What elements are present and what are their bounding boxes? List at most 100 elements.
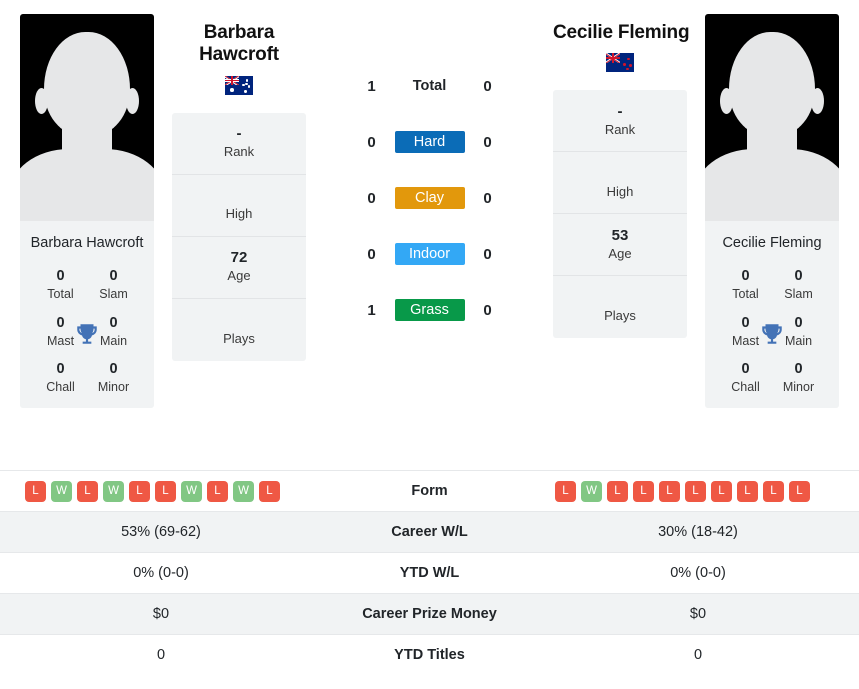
left-plays-label: Plays: [223, 330, 255, 346]
right-career-wl-value: 30% (18-42): [658, 524, 738, 540]
right-info-rank: - Rank: [553, 90, 687, 153]
form-badge-l: L: [763, 480, 784, 502]
right-ytd-titles-value: 0: [693, 647, 703, 664]
left-high-label: High: [225, 206, 253, 222]
titles-minor: 0 Minor: [772, 360, 825, 395]
titles-chall-label: Chall: [731, 380, 760, 395]
form-badge-l: L: [711, 480, 732, 502]
form-badge-l: L: [555, 480, 576, 502]
left-rank-value: -: [236, 125, 242, 143]
table-row-ytd-titles: 0 YTD Titles 0: [0, 634, 859, 676]
stats-comparison-table: LWLWLLWLWL Form LWLLLLLLLL 53% (69-62) C…: [0, 470, 859, 676]
left-player-info-panel: - Rank High 72 Age Plays: [172, 112, 306, 361]
row-label-career-wl: Career W/L: [391, 524, 468, 540]
titles-total-label: Total: [47, 287, 74, 302]
table-row-ytd-wl: 0% (0-0) YTD W/L 0% (0-0): [0, 552, 859, 594]
titles-total-value: 0: [56, 268, 65, 285]
surface-total-right-value: 0: [483, 77, 492, 95]
form-badge-l: L: [129, 480, 150, 502]
titles-slam-value: 0: [794, 268, 803, 285]
form-badge-l: L: [155, 480, 176, 502]
right-form-strip: LWLLLLLLLL: [545, 480, 851, 502]
titles-row-total-slam: 0 Total 0 Slam: [711, 267, 833, 302]
left-age-label: Age: [227, 268, 251, 284]
left-ytd-wl-value: 0% (0-0): [133, 565, 189, 581]
form-badge-l: L: [77, 480, 98, 502]
titles-total: 0 Total: [34, 267, 87, 302]
right-player-info-column: Cecilie Fleming - Rank High 53 Age Plays: [553, 0, 690, 339]
row-label-ytd-titles: YTD Titles: [394, 647, 465, 664]
left-prize-money-value: $0: [152, 606, 170, 622]
trophy-icon: [74, 321, 100, 347]
titles-total: 0 Total: [719, 267, 772, 302]
left-ytd-titles-value: 0: [156, 647, 166, 664]
right-age-value: 53: [611, 226, 629, 244]
row-label-form: Form: [411, 483, 448, 499]
surface-clay-right-value: 0: [483, 189, 492, 207]
titles-chall: 0 Chall: [719, 360, 772, 395]
right-ytd-wl-value: 0% (0-0): [670, 565, 726, 581]
surface-grass-badge[interactable]: Grass: [394, 299, 465, 321]
left-player-name: Barbara Hawcroft: [172, 22, 306, 67]
titles-slam-label: Slam: [99, 287, 128, 302]
right-plays-value: [557, 289, 683, 307]
titles-slam: 0 Slam: [87, 267, 140, 302]
right-player-info-panel: - Rank High 53 Age Plays: [553, 90, 687, 339]
right-info-plays: Plays: [553, 276, 687, 338]
left-player-name-line1: Barbara: [203, 22, 275, 43]
right-player-name: Cecilie Fleming: [553, 22, 690, 43]
right-plays-label: Plays: [604, 308, 636, 324]
right-info-high: High: [553, 152, 687, 215]
titles-chall-label: Chall: [46, 380, 75, 395]
surface-comparison-column: 1 Total 0 0 Hard 0 0 Clay 0 0 Indoor 0 1: [306, 0, 553, 338]
right-high-label: High: [606, 183, 634, 199]
surface-total-left-value: 1: [367, 77, 376, 95]
right-info-age: 53 Age: [553, 214, 687, 277]
titles-minor-value: 0: [109, 361, 118, 378]
left-player-name-line2: Hawcroft: [199, 44, 279, 66]
left-info-rank: - Rank: [172, 113, 306, 175]
surface-row-clay: 0 Clay 0: [306, 170, 553, 226]
titles-total-label: Total: [732, 287, 759, 302]
row-label-ytd-wl: YTD W/L: [399, 565, 460, 581]
titles-minor-label: Minor: [97, 380, 130, 395]
right-player-card[interactable]: Cecilie Fleming 0 Total 0 Slam 0 Mast 0 …: [705, 14, 839, 409]
surface-indoor-badge[interactable]: Indoor: [394, 243, 465, 265]
surface-indoor-right-value: 0: [483, 245, 492, 263]
right-player-photo: [705, 14, 839, 221]
left-player-info-column: Barbara Hawcroft - Rank High 72 Age Play…: [172, 0, 306, 361]
table-row-career-wl: 53% (69-62) Career W/L 30% (18-42): [0, 511, 859, 553]
left-age-value: 72: [230, 249, 248, 267]
form-badge-l: L: [685, 480, 706, 502]
left-player-titles-grid: 0 Total 0 Slam 0 Mast 0 Main 0 Chall 0 M…: [20, 267, 154, 409]
left-player-flag-wrapper: [172, 75, 306, 95]
left-career-wl-value: 53% (69-62): [121, 524, 201, 540]
right-player-titles-grid: 0 Total 0 Slam 0 Mast 0 Main 0 Chall 0 M…: [705, 267, 839, 409]
surface-clay-badge[interactable]: Clay: [394, 187, 465, 209]
comparison-header: Barbara Hawcroft 0 Total 0 Slam 0 Mast 0…: [0, 0, 859, 470]
surface-indoor-left-value: 0: [367, 245, 376, 263]
trophy-icon: [759, 321, 785, 347]
form-badge-l: L: [659, 480, 680, 502]
form-badge-l: L: [737, 480, 758, 502]
form-badge-l: L: [259, 480, 280, 502]
titles-slam-value: 0: [109, 268, 118, 285]
form-badge-w: W: [181, 480, 202, 502]
table-row-career-prize-money: $0 Career Prize Money $0: [0, 593, 859, 635]
titles-slam-label: Slam: [784, 287, 813, 302]
left-player-card[interactable]: Barbara Hawcroft 0 Total 0 Slam 0 Mast 0…: [20, 14, 154, 409]
surface-hard-right-value: 0: [483, 133, 492, 151]
row-label-career-prize-money: Career Prize Money: [362, 606, 497, 622]
right-prize-money-value: $0: [689, 606, 707, 622]
surface-hard-left-value: 0: [367, 133, 376, 151]
surface-row-grass: 1 Grass 0: [306, 282, 553, 338]
left-plays-value: [176, 312, 302, 330]
form-badge-w: W: [581, 480, 602, 502]
titles-chall-value: 0: [741, 361, 750, 378]
surface-hard-badge[interactable]: Hard: [394, 131, 465, 153]
right-player-avatar-column: Cecilie Fleming 0 Total 0 Slam 0 Mast 0 …: [687, 0, 859, 409]
right-player-caption: Cecilie Fleming: [705, 221, 839, 268]
form-badge-l: L: [789, 480, 810, 502]
titles-row-chall-minor: 0 Chall 0 Minor: [26, 360, 148, 395]
surface-clay-left-value: 0: [367, 189, 376, 207]
